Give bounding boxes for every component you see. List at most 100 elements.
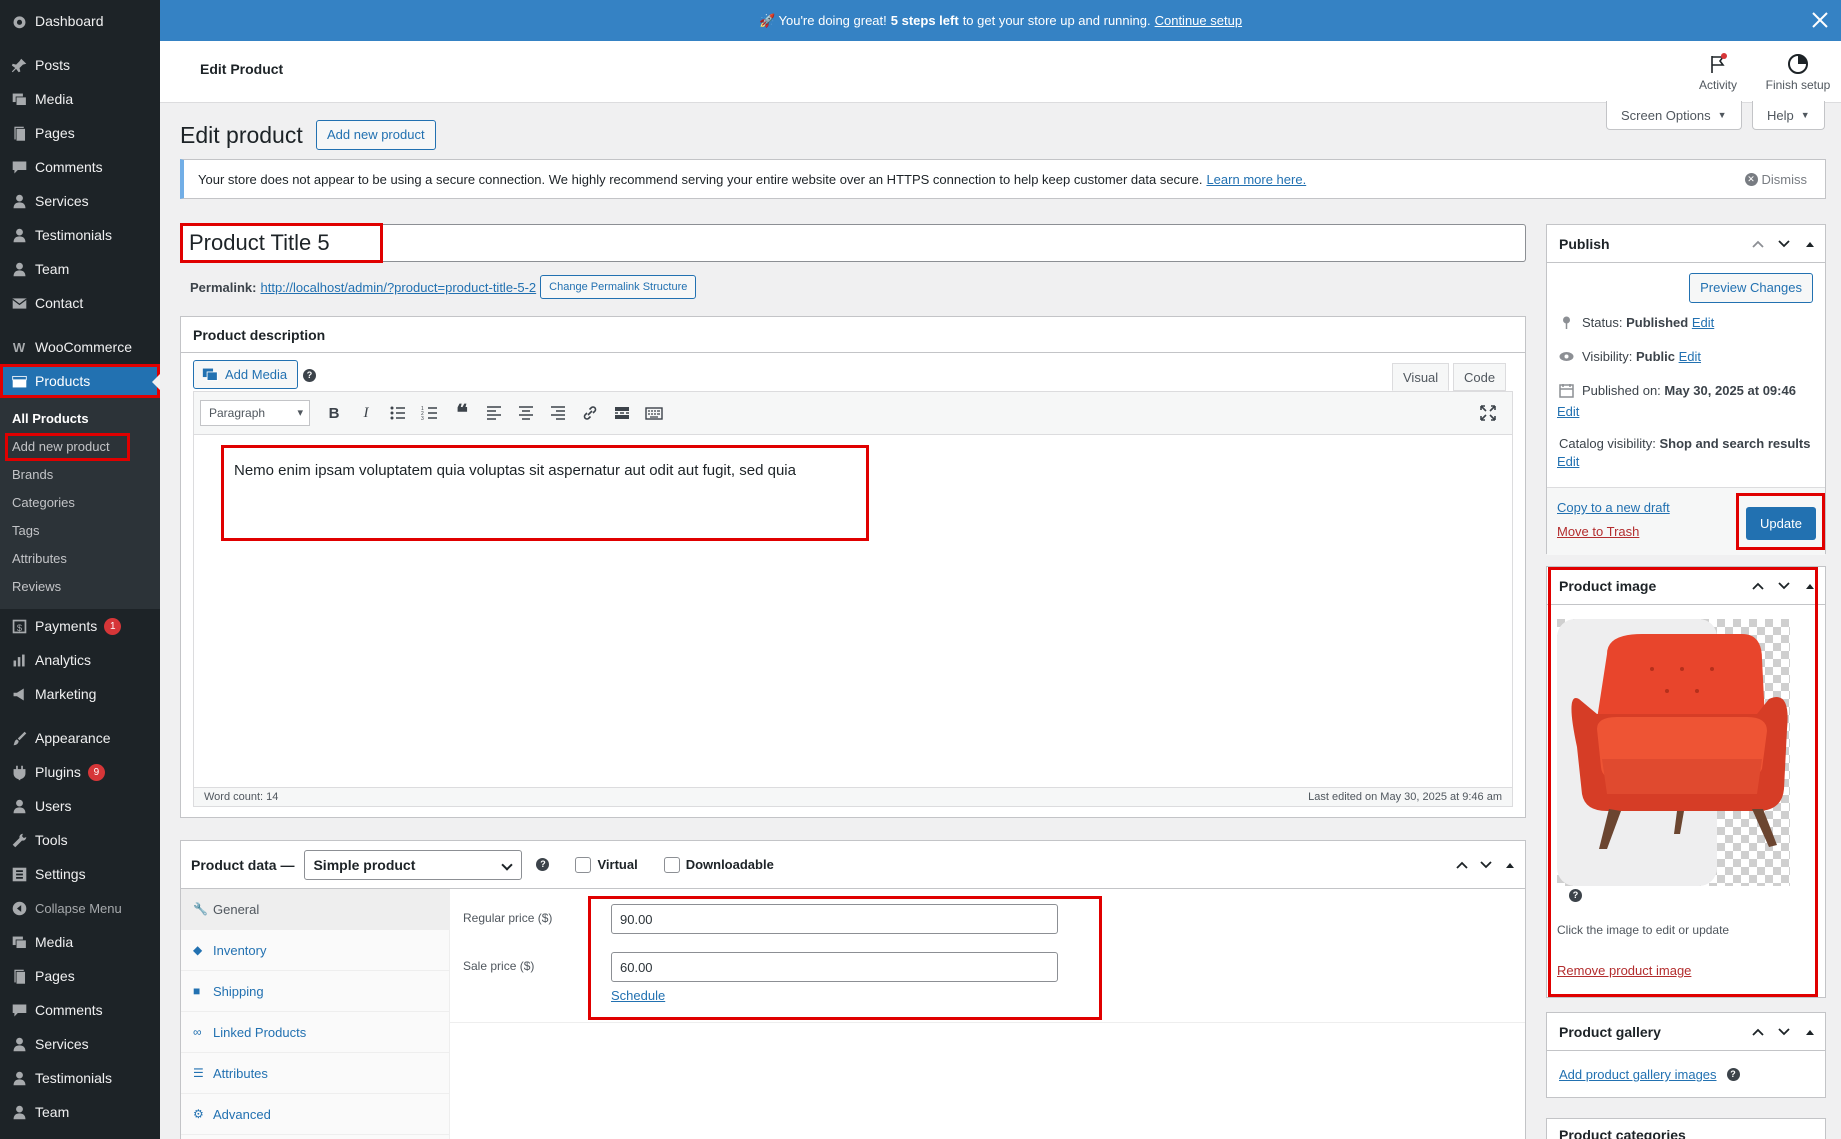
blockquote-icon[interactable]: ❝ (446, 398, 478, 428)
sidebar-item-appearance[interactable]: Appearance (0, 721, 160, 755)
submenu-tags[interactable]: Tags (0, 517, 160, 545)
sidebar-item-analytics[interactable]: Analytics (0, 643, 160, 677)
activity-button[interactable]: Activity (1683, 49, 1753, 92)
screen-options-button[interactable]: Screen Options (1606, 101, 1742, 130)
visibility-value: Public (1635, 349, 1675, 364)
collapse-triangle-icon[interactable] (1803, 1025, 1817, 1039)
user-icon (9, 1068, 29, 1088)
sidebar-item-posts[interactable]: Posts (0, 48, 160, 82)
help-button[interactable]: Help (1752, 101, 1825, 130)
tab-general[interactable]: 🔧 General (181, 889, 449, 930)
preview-changes-button[interactable]: Preview Changes (1689, 273, 1813, 303)
tab-inventory[interactable]: ◆ Inventory (181, 930, 449, 971)
tag-icon: ◆ (193, 943, 203, 957)
submenu-brands[interactable]: Brands (0, 461, 160, 489)
sidebar-item-tools[interactable]: Tools (0, 823, 160, 857)
chevron-down-icon[interactable] (1777, 1025, 1791, 1039)
tab-linked-products[interactable]: ∞ Linked Products (181, 1012, 449, 1053)
payments-icon: $ (9, 616, 29, 636)
edit-visibility-link[interactable]: Edit (1679, 349, 1701, 364)
submenu-add-new-product[interactable]: Add new product (5, 433, 130, 461)
add-media-button[interactable]: Add Media (193, 360, 299, 389)
downloadable-checkbox[interactable]: Downloadable (663, 856, 774, 873)
box-arrows (1455, 858, 1517, 872)
help-icon[interactable]: ? (303, 369, 316, 382)
align-center-icon[interactable] (510, 398, 542, 428)
sidebar-item-media-2[interactable]: Media (0, 925, 160, 959)
sidebar-item-pages-2[interactable]: Pages (0, 959, 160, 993)
collapse-menu-button[interactable]: Collapse Menu (0, 891, 160, 925)
sidebar-item-comments[interactable]: Comments (0, 150, 160, 184)
tab-code[interactable]: Code (1453, 363, 1507, 391)
sidebar-item-label: Plugins (35, 764, 81, 780)
sidebar-item-services[interactable]: Services (0, 184, 160, 218)
submenu-attributes[interactable]: Attributes (0, 545, 160, 573)
sidebar-item-label: Testimonials (35, 227, 113, 243)
close-icon[interactable] (1809, 9, 1831, 31)
submenu-reviews[interactable]: Reviews (0, 573, 160, 601)
help-icon[interactable]: ? (536, 858, 550, 871)
fullscreen-icon[interactable] (1472, 398, 1504, 428)
dismiss-button[interactable]: ✕ Dismiss (1744, 172, 1807, 187)
change-permalink-button[interactable]: Change Permalink Structure (540, 275, 697, 299)
read-more-icon[interactable] (606, 398, 638, 428)
sidebar-item-services-2[interactable]: Services (0, 1027, 160, 1061)
edit-status-link[interactable]: Edit (1692, 315, 1714, 330)
sidebar-item-marketing[interactable]: Marketing (0, 677, 160, 711)
collapse-triangle-icon[interactable] (1503, 858, 1517, 872)
sidebar-item-contact[interactable]: Contact (0, 286, 160, 320)
permalink-link[interactable]: http://localhost/admin/?product=product-… (260, 280, 536, 295)
product-type-select[interactable]: Simple product (304, 849, 523, 880)
edit-catalog-link[interactable]: Edit (1557, 454, 1579, 469)
sidebar-item-pages[interactable]: Pages (0, 116, 160, 150)
sidebar-item-team-2[interactable]: Team (0, 1095, 160, 1129)
bullet-list-icon[interactable] (382, 398, 414, 428)
add-gallery-images-link[interactable]: Add product gallery images (1559, 1067, 1717, 1082)
chevron-up-icon[interactable] (1751, 237, 1765, 251)
toolbar-toggle-icon[interactable] (638, 398, 670, 428)
sidebar-item-media[interactable]: Media (0, 82, 160, 116)
sidebar-item-testimonials-2[interactable]: Testimonials (0, 1061, 160, 1095)
sidebar-item-plugins[interactable]: Plugins 9 (0, 755, 160, 789)
virtual-checkbox[interactable]: Virtual (575, 856, 638, 873)
sidebar-item-label: Services (35, 1036, 89, 1052)
submenu-categories[interactable]: Categories (0, 489, 160, 517)
submenu-all-products[interactable]: All Products (0, 405, 160, 433)
sidebar-item-testimonials[interactable]: Testimonials (0, 218, 160, 252)
edit-date-link[interactable]: Edit (1557, 404, 1579, 419)
link-icon[interactable] (574, 398, 606, 428)
continue-setup-link[interactable]: Continue setup (1155, 13, 1242, 28)
sidebar-item-team[interactable]: Team (0, 252, 160, 286)
align-right-icon[interactable] (542, 398, 574, 428)
help-icon[interactable]: ? (1726, 1068, 1740, 1081)
copy-draft-link[interactable]: Copy to a new draft (1557, 500, 1670, 515)
tab-visual[interactable]: Visual (1392, 363, 1450, 391)
product-data-header: Product data — Simple product ? Virtual … (181, 841, 1525, 889)
italic-icon[interactable]: I (350, 398, 382, 428)
sidebar-item-woocommerce[interactable]: W WooCommerce (0, 330, 160, 364)
tab-attributes[interactable]: ☰ Attributes (181, 1053, 449, 1094)
format-select[interactable]: Paragraph (200, 400, 310, 426)
chevron-up-icon[interactable] (1751, 1025, 1765, 1039)
sidebar-item-users[interactable]: Users (0, 789, 160, 823)
tab-shipping[interactable]: ■ Shipping (181, 971, 449, 1012)
finish-setup-button[interactable]: Finish setup (1763, 49, 1833, 92)
collapse-triangle-icon[interactable] (1803, 237, 1817, 251)
chevron-up-icon[interactable] (1455, 858, 1469, 872)
tab-advanced[interactable]: ⚙ Advanced (181, 1094, 449, 1135)
learn-more-link[interactable]: Learn more here. (1206, 172, 1306, 187)
sidebar-item-products[interactable]: Products (0, 364, 160, 398)
add-new-product-button[interactable]: Add new product (316, 120, 436, 150)
bold-icon[interactable]: B (318, 398, 350, 428)
chevron-down-icon[interactable] (1777, 237, 1791, 251)
chevron-down-icon[interactable] (1479, 858, 1493, 872)
sidebar-item-comments-2[interactable]: Comments (0, 993, 160, 1027)
header-title: Edit Product (200, 61, 284, 77)
user-icon (9, 191, 29, 211)
sidebar-item-dashboard[interactable]: Dashboard (0, 4, 160, 38)
sidebar-item-payments[interactable]: $ Payments 1 (0, 609, 160, 643)
align-left-icon[interactable] (478, 398, 510, 428)
numbered-list-icon[interactable]: 123 (414, 398, 446, 428)
move-to-trash-link[interactable]: Move to Trash (1557, 524, 1639, 539)
sidebar-item-settings[interactable]: Settings (0, 857, 160, 891)
